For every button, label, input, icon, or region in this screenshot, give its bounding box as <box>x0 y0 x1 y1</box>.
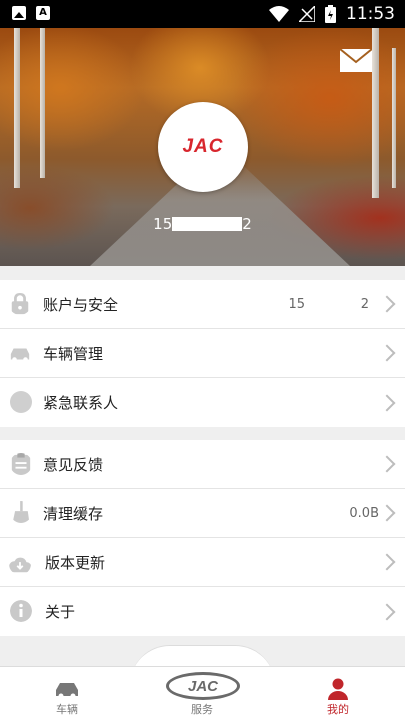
menu-label: 清理缓存 <box>43 504 104 523</box>
emergency-contact-icon <box>10 391 32 413</box>
chevron-right-icon <box>378 394 396 411</box>
menu-item-vehicle-management[interactable]: 车辆管理 <box>0 329 405 378</box>
tab-vehicle[interactable]: 车辆 <box>27 667 107 720</box>
image-icon <box>12 6 26 20</box>
tree-trunk <box>392 48 396 188</box>
tab-label: 服务 <box>191 703 213 716</box>
menu-item-emergency-contact[interactable]: 紧急联系人 <box>0 378 405 427</box>
menu-label: 意见反馈 <box>43 455 104 474</box>
cloud-download-icon <box>9 557 31 573</box>
feedback-icon <box>11 453 31 475</box>
menu-group-account: 账户与安全 15 2 车辆管理 紧急联系人 <box>0 280 405 427</box>
avatar[interactable]: JAC <box>158 102 248 192</box>
phone-mask <box>172 217 243 231</box>
jac-badge-text: JAC <box>187 677 218 695</box>
envelope-icon[interactable] <box>340 49 372 72</box>
tab-mine[interactable]: 我的 <box>298 667 378 720</box>
tab-label: 我的 <box>327 703 349 716</box>
cache-size: 0.0B <box>349 505 379 521</box>
menu-item-version-update[interactable]: 版本更新 <box>0 538 405 587</box>
menu-item-clear-cache[interactable]: 清理缓存 0.0B <box>0 489 405 538</box>
menu-label: 车辆管理 <box>43 344 104 363</box>
chevron-right-icon <box>378 603 396 620</box>
menu-label: 账户与安全 <box>43 295 119 314</box>
chevron-right-icon <box>378 455 396 473</box>
menu-item-feedback[interactable]: 意见反馈 <box>0 440 405 489</box>
car-icon <box>10 348 30 362</box>
chevron-right-icon <box>378 553 396 571</box>
menu-group-app: 意见反馈 清理缓存 0.0B 版本更新 关于 <box>0 440 405 636</box>
phone-value-right: 2 <box>360 296 369 312</box>
phone-suffix: 2 <box>242 215 252 233</box>
menu-item-account-security[interactable]: 账户与安全 15 2 <box>0 280 405 329</box>
car-icon <box>56 683 78 699</box>
text-a-icon: A <box>36 6 50 20</box>
tab-label: 车辆 <box>56 703 78 716</box>
no-signal-icon <box>299 6 315 22</box>
tree-trunk <box>40 28 45 178</box>
chevron-right-icon <box>378 295 396 313</box>
status-right: 11:53 <box>269 4 395 24</box>
info-icon <box>10 600 32 622</box>
chevron-right-icon <box>378 504 396 522</box>
jac-logo: JAC <box>182 136 224 157</box>
menu-item-about[interactable]: 关于 <box>0 587 405 636</box>
tree-trunk <box>372 28 379 198</box>
chevron-right-icon <box>378 344 396 362</box>
menu-label: 紧急联系人 <box>43 394 119 412</box>
tree-trunk <box>14 28 20 188</box>
menu-label: 版本更新 <box>45 553 106 572</box>
phone-number: 15 2 <box>0 215 405 233</box>
phone-prefix: 15 <box>153 215 173 233</box>
status-left: A <box>12 6 50 20</box>
status-bar: A 11:53 <box>0 0 405 28</box>
jac-logo-icon[interactable]: JAC <box>166 672 240 700</box>
wifi-icon <box>269 6 289 22</box>
phone-value-left: 15 <box>288 296 305 312</box>
clock: 11:53 <box>346 4 395 24</box>
menu-label: 关于 <box>45 603 76 621</box>
person-icon <box>328 678 348 700</box>
lock-icon <box>11 293 29 315</box>
battery-charging-icon <box>325 5 336 23</box>
broom-icon <box>12 501 30 523</box>
